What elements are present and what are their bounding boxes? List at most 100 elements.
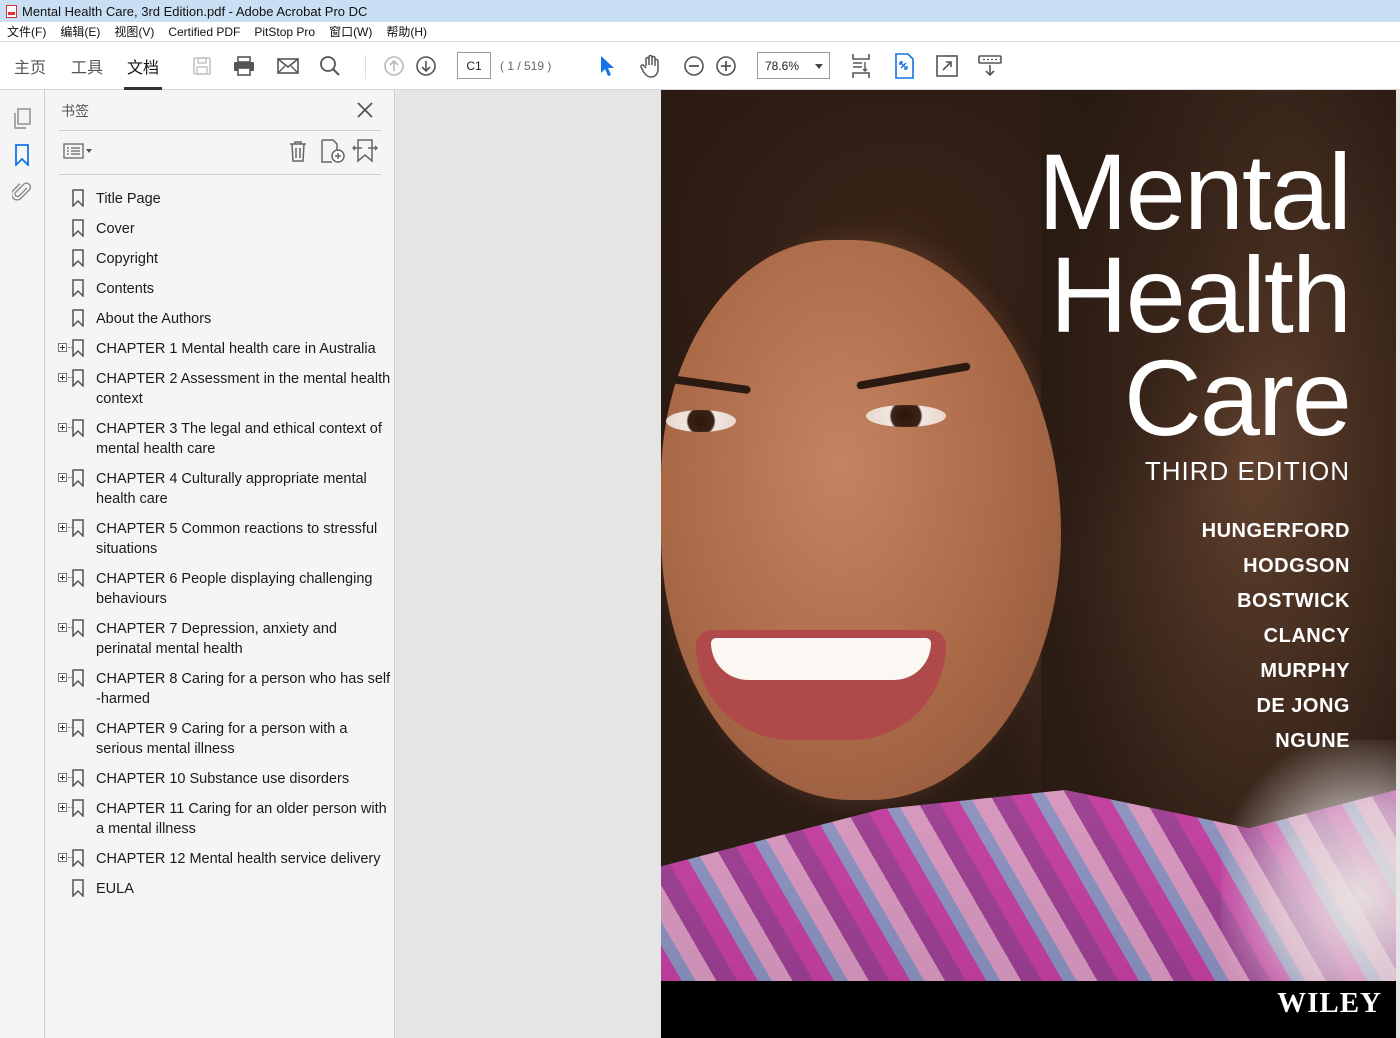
menu-certified-pdf[interactable]: Certified PDF: [161, 22, 247, 42]
bookmark-icon: [72, 569, 84, 587]
attachments-button[interactable]: [9, 178, 35, 204]
pointer-arrow-icon: [601, 56, 614, 76]
cover-footer-band: WILEY: [661, 981, 1396, 1038]
email-button[interactable]: [276, 42, 300, 90]
bookmark-label: Copyright: [96, 251, 159, 267]
bookmark-item[interactable]: CHAPTER 4 Culturally appropriate mental …: [45, 465, 395, 515]
document-view[interactable]: Mental Health Care THIRD EDITION HUNGERF…: [396, 90, 1400, 1038]
bookmark-icon: [72, 189, 84, 207]
tab-tools[interactable]: 工具: [67, 42, 107, 90]
menu-view[interactable]: 视图(V): [107, 22, 161, 42]
bookmark-label: CHAPTER 2 Assessment in the mental healt…: [96, 371, 391, 407]
fit-page-icon: [895, 53, 914, 79]
expand-plus-icon[interactable]: [58, 423, 74, 432]
bookmark-item[interactable]: CHAPTER 9 Caring for a person with a ser…: [45, 715, 395, 765]
print-button[interactable]: [232, 42, 256, 90]
bookmark-icon: [72, 369, 84, 387]
panel-divider: [59, 130, 381, 131]
bookmark-item[interactable]: Copyright: [45, 245, 395, 275]
bookmark-icon: [72, 219, 84, 237]
zoom-out-button[interactable]: [681, 42, 707, 90]
full-screen-button[interactable]: [934, 42, 960, 90]
bookmark-options-button[interactable]: [62, 137, 94, 165]
zoom-level-value: 78.6%: [765, 58, 800, 73]
tab-home[interactable]: 主页: [10, 42, 50, 90]
save-button[interactable]: [190, 42, 214, 90]
bookmark-label: CHAPTER 3 The legal and ethical context …: [96, 421, 382, 457]
cover-authors: HUNGERFORD HODGSON BOSTWICK CLANCY MURPH…: [1202, 514, 1350, 759]
expand-plus-icon[interactable]: [58, 473, 74, 482]
bookmark-item[interactable]: About the Authors: [45, 305, 395, 335]
bookmark-item[interactable]: CHAPTER 3 The legal and ethical context …: [45, 415, 395, 465]
bookmark-label: Title Page: [96, 191, 161, 207]
expand-plus-icon[interactable]: [58, 623, 74, 632]
expand-plus-icon[interactable]: [58, 773, 74, 782]
bookmark-label: CHAPTER 6 People displaying challenging …: [96, 571, 373, 607]
navigation-rail: [0, 90, 45, 1038]
expand-plus-icon[interactable]: [58, 573, 74, 582]
delete-bookmark-button[interactable]: [285, 137, 311, 165]
bookmark-item[interactable]: CHAPTER 12 Mental health service deliver…: [45, 845, 395, 875]
bookmark-item[interactable]: CHAPTER 8 Caring for a person who has se…: [45, 665, 395, 715]
zoom-in-button[interactable]: [713, 42, 739, 90]
bookmark-item[interactable]: CHAPTER 1 Mental health care in Australi…: [45, 335, 395, 365]
hand-tool-button[interactable]: [638, 42, 664, 90]
author-name: MURPHY: [1260, 660, 1350, 682]
bookmark-label: CHAPTER 9 Caring for a person with a ser…: [96, 721, 348, 757]
expand-plus-icon[interactable]: [58, 803, 74, 812]
close-icon: [357, 102, 373, 118]
search-button[interactable]: [318, 42, 342, 90]
expand-plus-icon[interactable]: [58, 723, 74, 732]
bookmark-icon: [72, 619, 84, 637]
scrolling-mode-button[interactable]: [848, 42, 874, 90]
bookmark-item[interactable]: CHAPTER 2 Assessment in the mental healt…: [45, 365, 395, 415]
bookmark-item[interactable]: EULA: [45, 875, 395, 905]
fit-page-button[interactable]: [891, 42, 917, 90]
cover-title-line: Mental: [1037, 131, 1352, 252]
page-number-input[interactable]: C1: [457, 52, 491, 79]
menu-file[interactable]: 文件(F): [0, 22, 53, 42]
bookmark-icon: [72, 849, 84, 867]
new-bookmark-button[interactable]: [319, 137, 347, 165]
bookmark-icon: [72, 879, 84, 897]
bookmark-label: CHAPTER 4 Culturally appropriate mental …: [96, 471, 367, 507]
arrow-up-circle-icon: [384, 56, 404, 76]
pdf-file-icon: [6, 4, 17, 18]
bookmark-item[interactable]: CHAPTER 11 Caring for an older person wi…: [45, 795, 395, 845]
menu-pitstop-pro[interactable]: PitStop Pro: [247, 22, 322, 42]
menu-help[interactable]: 帮助(H): [379, 22, 434, 42]
page-thumbnails-button[interactable]: [9, 106, 35, 132]
zoom-level-select[interactable]: 78.6%: [757, 52, 830, 79]
tab-document[interactable]: 文档: [124, 42, 162, 90]
next-page-button[interactable]: [414, 42, 438, 90]
close-panel-button[interactable]: [354, 99, 376, 121]
author-name: NGUNE: [1275, 730, 1350, 752]
toolbar-separator: [365, 55, 366, 79]
expand-plus-icon[interactable]: [58, 373, 74, 382]
bookmark-label: CHAPTER 12 Mental health service deliver…: [96, 851, 381, 867]
pages-icon: [14, 108, 31, 129]
toolbar-dropdown-icon: [978, 55, 1002, 77]
expand-plus-icon[interactable]: [58, 523, 74, 532]
more-tools-button[interactable]: [977, 42, 1003, 90]
bookmark-item[interactable]: Cover: [45, 215, 395, 245]
bookmarks-panel-button[interactable]: [9, 142, 35, 168]
select-tool-button[interactable]: [594, 42, 620, 90]
title-bar: Mental Health Care, 3rd Edition.pdf - Ad…: [0, 0, 1400, 22]
expand-plus-icon[interactable]: [58, 673, 74, 682]
menu-window[interactable]: 窗口(W): [322, 22, 379, 42]
bookmark-item[interactable]: CHAPTER 10 Substance use disorders: [45, 765, 395, 795]
expand-plus-icon[interactable]: [58, 853, 74, 862]
bookmark-item[interactable]: Title Page: [45, 185, 395, 215]
bookmark-item[interactable]: CHAPTER 7 Depression, anxiety and perina…: [45, 615, 395, 665]
bookmark-item[interactable]: CHAPTER 5 Common reactions to stressful …: [45, 515, 395, 565]
author-name: CLANCY: [1263, 625, 1350, 647]
bookmark-icon: [72, 279, 84, 297]
cover-title-line: Care: [1123, 337, 1352, 458]
expand-bookmark-button[interactable]: [351, 137, 379, 165]
bookmark-item[interactable]: Contents: [45, 275, 395, 305]
menu-edit[interactable]: 编辑(E): [53, 22, 107, 42]
previous-page-button[interactable]: [382, 42, 406, 90]
bookmark-item[interactable]: CHAPTER 6 People displaying challenging …: [45, 565, 395, 615]
expand-plus-icon[interactable]: [58, 343, 74, 352]
